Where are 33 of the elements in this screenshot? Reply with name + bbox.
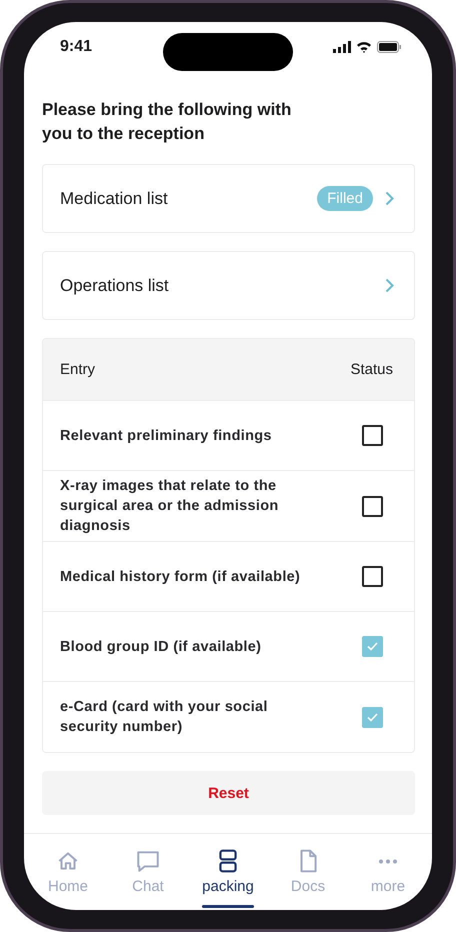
checkbox[interactable] bbox=[362, 636, 383, 657]
checkbox[interactable] bbox=[362, 425, 383, 446]
check-icon bbox=[367, 712, 378, 722]
status-time: 9:41 bbox=[60, 38, 92, 56]
signal-icon bbox=[333, 41, 351, 53]
table-cell-text: X-ray images that relate to the surgical area or the admission diagnosis bbox=[60, 477, 280, 536]
tab[interactable]: Home bbox=[28, 834, 108, 910]
table-cell-text: e-Card (card with your social security number) bbox=[60, 698, 269, 737]
checkbox[interactable] bbox=[362, 496, 383, 516]
column-header: Status bbox=[350, 361, 393, 378]
more-icon bbox=[378, 858, 398, 864]
table-cell-text: Medical history form (if available) bbox=[60, 568, 302, 586]
chevron-right-icon bbox=[385, 191, 394, 206]
check-icon bbox=[367, 642, 378, 651]
tab[interactable]: packing bbox=[188, 834, 268, 910]
table-cell-text: Blood group ID (if available) bbox=[60, 638, 262, 656]
link-label: Operations list bbox=[60, 276, 170, 296]
tab[interactable]: Docs bbox=[268, 834, 348, 910]
chevron-right-icon bbox=[385, 278, 394, 293]
list-link-card[interactable]: Medication list Filled bbox=[42, 164, 415, 233]
column-header: Entry bbox=[60, 361, 96, 378]
list-link-card[interactable]: Operations list bbox=[42, 251, 415, 320]
table-cell-text: Relevant preliminary findings bbox=[60, 426, 273, 446]
tab[interactable]: more bbox=[348, 834, 428, 910]
link-label: Medication list bbox=[60, 188, 169, 208]
checkbox[interactable] bbox=[362, 706, 383, 728]
page-title: Please bring the following with you to the reception bbox=[42, 99, 292, 145]
battery-icon bbox=[377, 41, 402, 53]
wifi-icon bbox=[356, 41, 372, 53]
status-badge: Filled bbox=[317, 186, 373, 211]
reset-button[interactable]: Reset bbox=[42, 771, 415, 815]
tab[interactable]: Chat bbox=[108, 834, 188, 910]
checkbox[interactable] bbox=[362, 566, 383, 587]
